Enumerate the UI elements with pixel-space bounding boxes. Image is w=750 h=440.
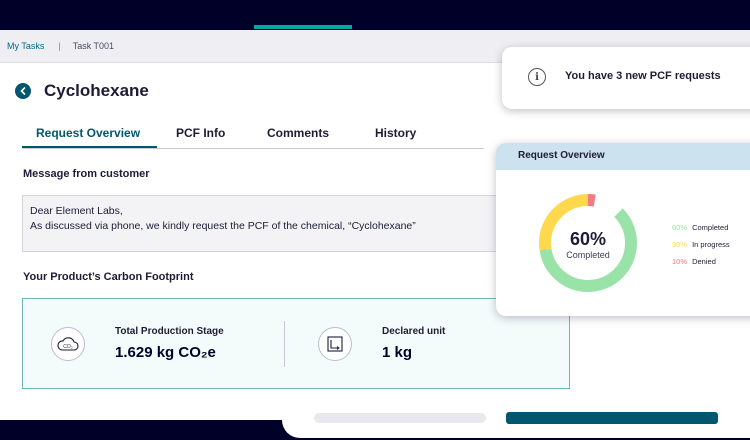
legend-completed-pct: 60% [672,223,688,232]
co2-cloud-icon: CO₂ [51,327,85,361]
title-row: Cyclohexane [15,81,149,101]
donut-center-value: 60% [569,229,607,249]
customer-message: Dear Element Labs, As discussed via phon… [22,195,502,252]
declared-unit-icon [318,327,352,361]
message-heading: Message from customer [23,168,150,180]
tab-comments[interactable]: Comments [267,126,329,140]
breadcrumb-current: Task T001 [72,41,115,51]
overview-card-title: Request Overview [496,143,750,170]
production-stage-value: 1.629 kg CO₂e [115,344,216,361]
footprint-divider [284,321,285,367]
legend-denied: 10% Denied [672,257,716,266]
breadcrumb-my-tasks[interactable]: My Tasks [7,41,44,51]
notification-text: You have 3 new PCF requests [565,70,721,82]
footprint-heading: Your Product’s Carbon Footprint [23,271,194,283]
legend-completed-label: Completed [692,223,729,232]
chevron-left-icon [20,87,26,95]
bottom-input-field[interactable] [314,413,486,423]
donut-center-label: Completed [566,250,610,260]
active-tab-underline [22,146,157,148]
legend-in-progress-pct: 30% [672,240,688,249]
legend-in-progress: 30% In progress [672,240,730,249]
active-nav-indicator [254,25,352,29]
message-greeting: Dear Element Labs, [30,205,123,217]
tab-history[interactable]: History [375,126,416,140]
back-button[interactable] [15,83,31,99]
notification-card[interactable]: i You have 3 new PCF requests [502,47,750,109]
bottom-action-button[interactable] [506,412,718,424]
declared-unit-label: Declared unit [382,326,446,337]
page-title: Cyclohexane [44,81,149,100]
declared-unit-value: 1 kg [382,344,413,361]
legend-in-progress-label: In progress [692,240,730,249]
breadcrumb-separator: | [58,41,61,51]
production-stage-label: Total Production Stage [115,326,224,337]
info-icon: i [528,68,546,86]
tab-bar: Request Overview PCF Info Comments Histo… [22,122,484,149]
tab-request-overview[interactable]: Request Overview [36,126,140,140]
legend-completed: 60% Completed [672,223,728,232]
legend-denied-pct: 10% [672,257,688,266]
request-overview-card: Request Overview 60% Completed 60% Compl… [496,143,750,316]
co2-icon-label: CO₂ [63,344,73,350]
top-bar [0,0,750,30]
legend-denied-label: Denied [692,257,716,266]
carbon-footprint-card: CO₂ Total Production Stage 1.629 kg CO₂e… [22,298,570,389]
message-body: As discussed via phone, we kindly reques… [30,220,416,232]
tab-pcf-info[interactable]: PCF Info [176,126,225,140]
